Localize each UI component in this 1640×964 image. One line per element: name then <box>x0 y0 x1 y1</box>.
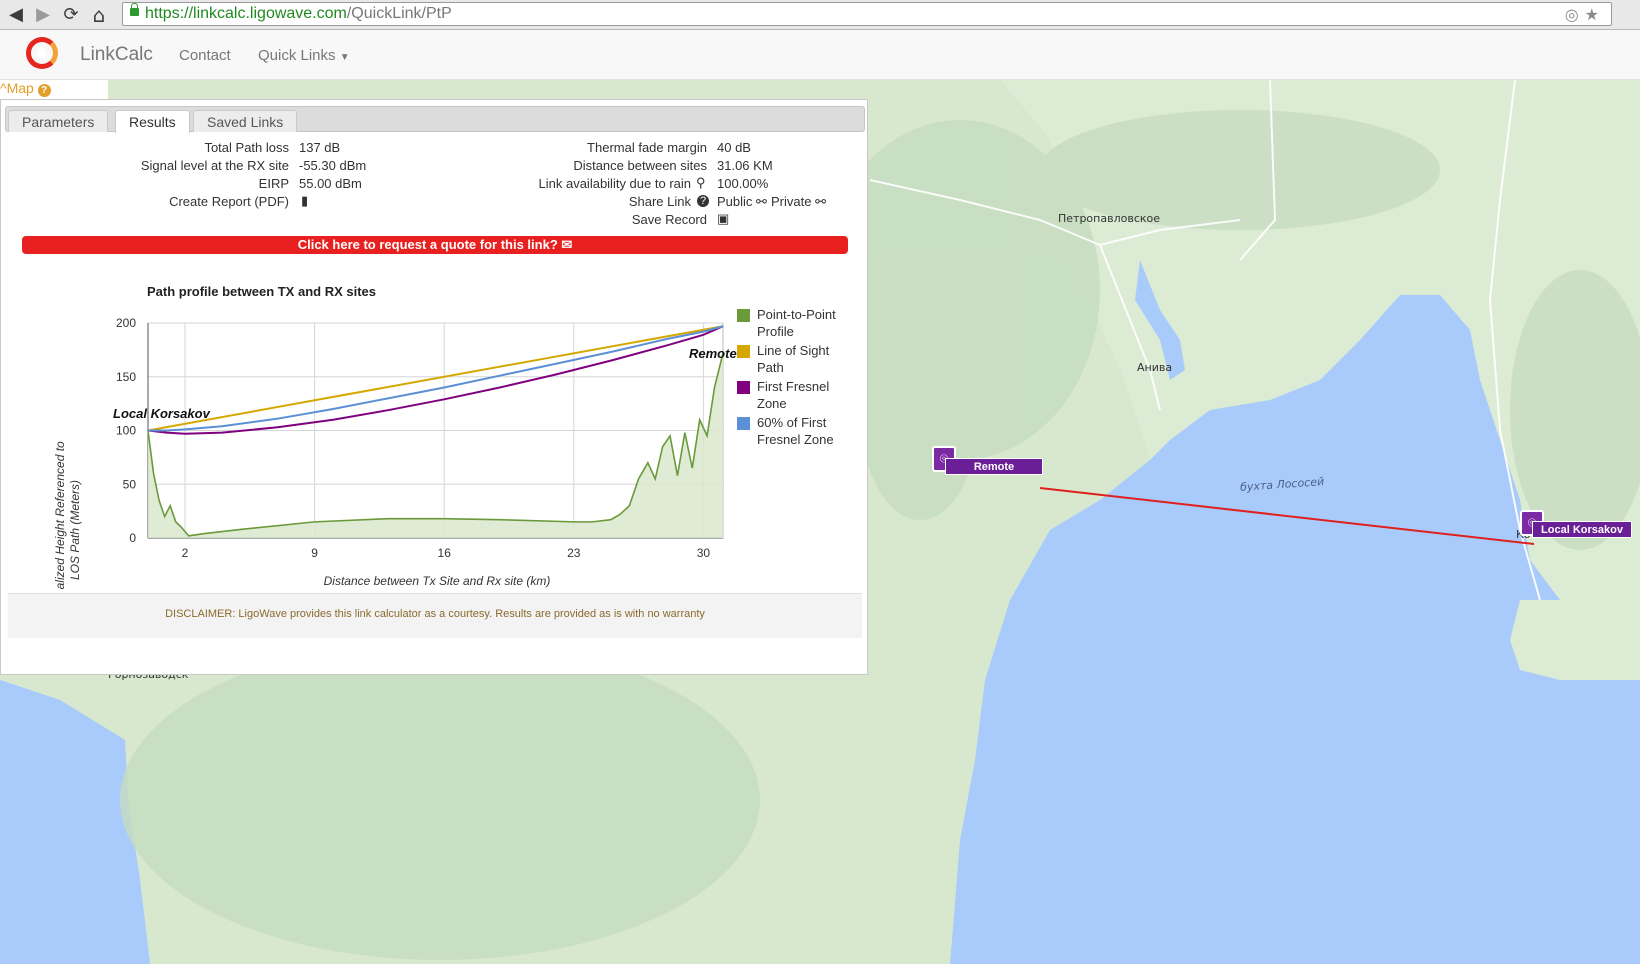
map-label-aniva: Анива <box>1137 361 1173 374</box>
legend-swatch <box>737 345 750 358</box>
results-panel: Parameters Results Saved Links Total Pat… <box>0 99 868 675</box>
brand-name[interactable]: LinkCalc <box>80 44 153 66</box>
y-tick-label: 50 <box>123 477 137 491</box>
address-actions: ◎★ <box>1565 5 1605 24</box>
annotation-remote: Remote <box>689 346 737 361</box>
local-site-tag[interactable]: Local Korsakov <box>1532 521 1632 538</box>
y-tick-label: 0 <box>129 531 136 545</box>
app-navbar: LinkCalc Contact Quick Links ▼ <box>0 30 1640 80</box>
x-tick-label: 23 <box>567 546 581 560</box>
help-icon[interactable]: ? <box>37 84 51 97</box>
browser-toolbar: ◀ ▶ ⟳ ⌂ https://linkcalc.ligowave.com/Qu… <box>0 0 1640 30</box>
nav-quick-links[interactable]: Quick Links ▼ <box>258 47 350 64</box>
remote-site-tag[interactable]: Remote <box>945 458 1043 475</box>
legend-label: Point-to-Point Profile <box>757 307 836 339</box>
x-axis-label: Distance between Tx Site and Rx site (km… <box>324 574 551 588</box>
linkcalc-logo[interactable] <box>26 37 58 69</box>
back-icon[interactable]: ◀ <box>6 5 26 25</box>
forward-icon[interactable]: ▶ <box>33 5 53 25</box>
legend-label: 60% of First Fresnel Zone <box>757 415 834 447</box>
y-tick-label: 150 <box>116 370 136 384</box>
nav-contact[interactable]: Contact <box>179 47 231 64</box>
legend-swatch <box>737 381 750 394</box>
y-tick-label: 200 <box>116 316 136 330</box>
x-tick-label: 16 <box>438 546 452 560</box>
star-icon[interactable]: ★ <box>1585 5 1605 24</box>
address-bar[interactable]: https://linkcalc.ligowave.com/QuickLink/… <box>122 2 1612 26</box>
annotation-local: Local Korsakov <box>113 406 211 421</box>
x-tick-label: 30 <box>697 546 711 560</box>
x-tick-label: 2 <box>182 546 189 560</box>
y-axis-label: Normalized Height Referenced to <box>53 441 67 590</box>
map-toggle[interactable]: ^Map ? <box>0 80 108 99</box>
target-icon[interactable]: ◎ <box>1565 5 1585 24</box>
map-label-petropavlovskoe: Петропавловское <box>1058 212 1161 225</box>
x-tick-label: 9 <box>311 546 318 560</box>
map-toggle-label: Map <box>6 80 34 96</box>
legend-swatch <box>737 417 750 430</box>
url-text: https://linkcalc.ligowave.com/QuickLink/… <box>145 5 452 22</box>
disclaimer: DISCLAIMER: LigoWave provides this link … <box>8 593 862 638</box>
y-tick-label: 100 <box>116 424 136 438</box>
reload-icon[interactable]: ⟳ <box>61 5 81 25</box>
legend-label: First Fresnel Zone <box>757 379 830 411</box>
legend-swatch <box>737 309 750 322</box>
caret-up-icon: ^ <box>0 80 7 96</box>
y-axis-label-2: LOS Path (Meters) <box>68 480 82 580</box>
home-icon[interactable]: ⌂ <box>89 5 109 25</box>
lock-icon <box>130 3 139 16</box>
caret-down-icon: ▼ <box>339 52 350 63</box>
legend-label: Line of Sight Path <box>757 343 830 375</box>
